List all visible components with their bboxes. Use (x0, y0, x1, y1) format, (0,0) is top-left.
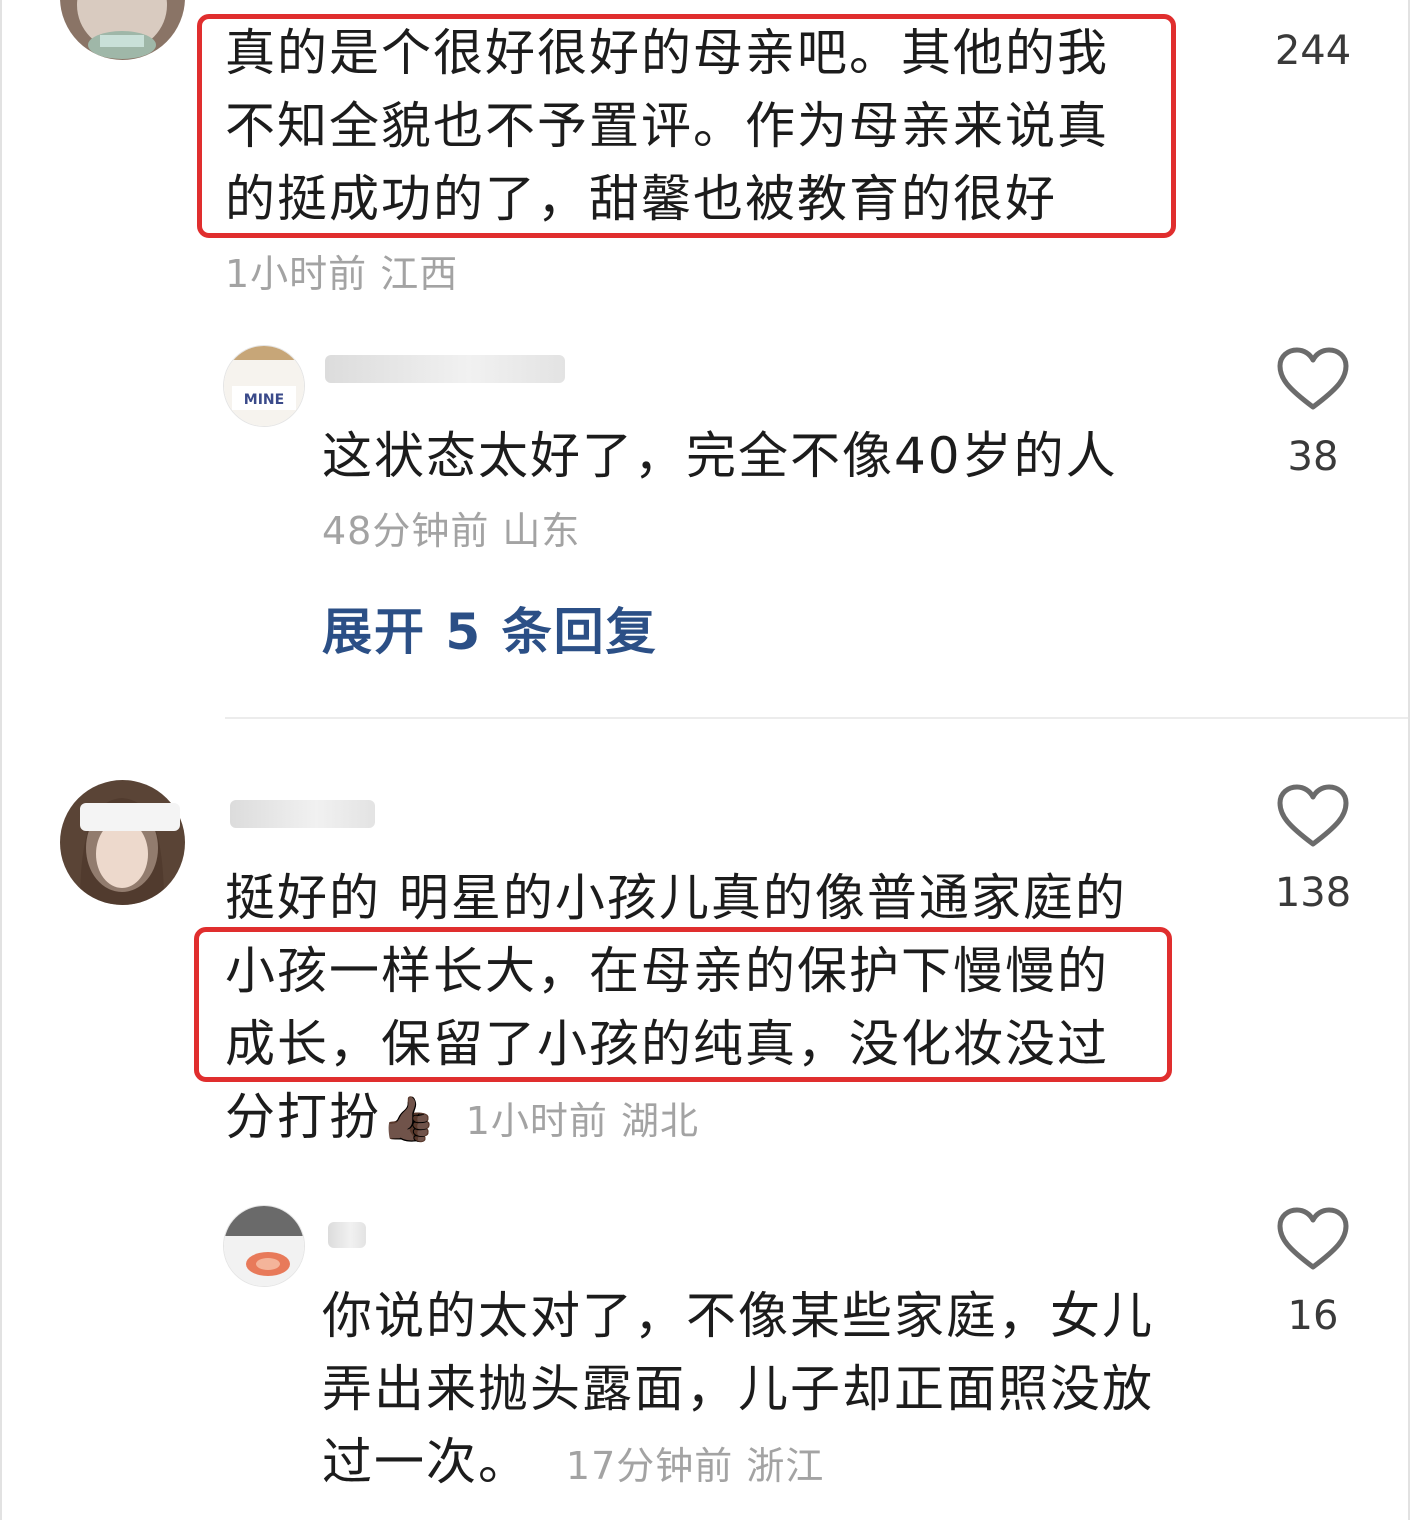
divider (225, 717, 1408, 719)
avatar[interactable] (223, 1205, 305, 1287)
expand-replies-button[interactable]: 展开 5 条回复 (322, 592, 658, 664)
comment-meta: 1小时前 湖北 (465, 1099, 699, 1143)
highlight-box (197, 14, 1176, 238)
comment-line: 挺好的 明星的小孩儿真的像普通家庭的 (225, 869, 1127, 927)
reply-meta: 48分钟前 山东 (322, 509, 581, 553)
avatar[interactable] (60, 780, 185, 905)
reply-meta: 17分钟前 浙江 (565, 1444, 825, 1488)
username-redacted (230, 800, 375, 828)
like-count: 138 (1274, 870, 1352, 916)
like-count: 38 (1287, 434, 1339, 480)
thumbs-up-icon: 👍🏿 (381, 1094, 438, 1145)
highlight-box (194, 927, 1172, 1082)
comment-line: 分打扮👍🏿 1小时前 湖北 (225, 1088, 699, 1146)
like-count: 16 (1287, 1293, 1339, 1339)
comment-meta: 1小时前 江西 (225, 252, 459, 296)
avatar[interactable] (60, 0, 185, 60)
avatar-text: MINE (244, 392, 284, 408)
reply-text: 这状态太好了，完全不像40岁的人 (322, 427, 1118, 485)
username-redacted (80, 803, 180, 831)
heart-icon[interactable] (1277, 1207, 1349, 1271)
username-redacted (325, 355, 565, 383)
reply-line: 过一次。 17分钟前 浙江 (322, 1433, 825, 1491)
left-edge (0, 0, 2, 1520)
avatar[interactable]: MINE (223, 345, 305, 427)
username-redacted (328, 1222, 366, 1248)
like-count: 244 (1274, 28, 1352, 74)
reply-line: 你说的太对了，不像某些家庭，女儿 (322, 1287, 1154, 1345)
heart-icon[interactable] (1277, 784, 1349, 848)
reply-line: 弄出来抛头露面，儿子却正面照没放 (322, 1360, 1154, 1418)
reply-text: 你说的太对了，不像某些家庭，女儿 弄出来抛头露面，儿子却正面照没放 过一次。 1… (322, 1280, 1154, 1503)
heart-icon[interactable] (1277, 347, 1349, 411)
